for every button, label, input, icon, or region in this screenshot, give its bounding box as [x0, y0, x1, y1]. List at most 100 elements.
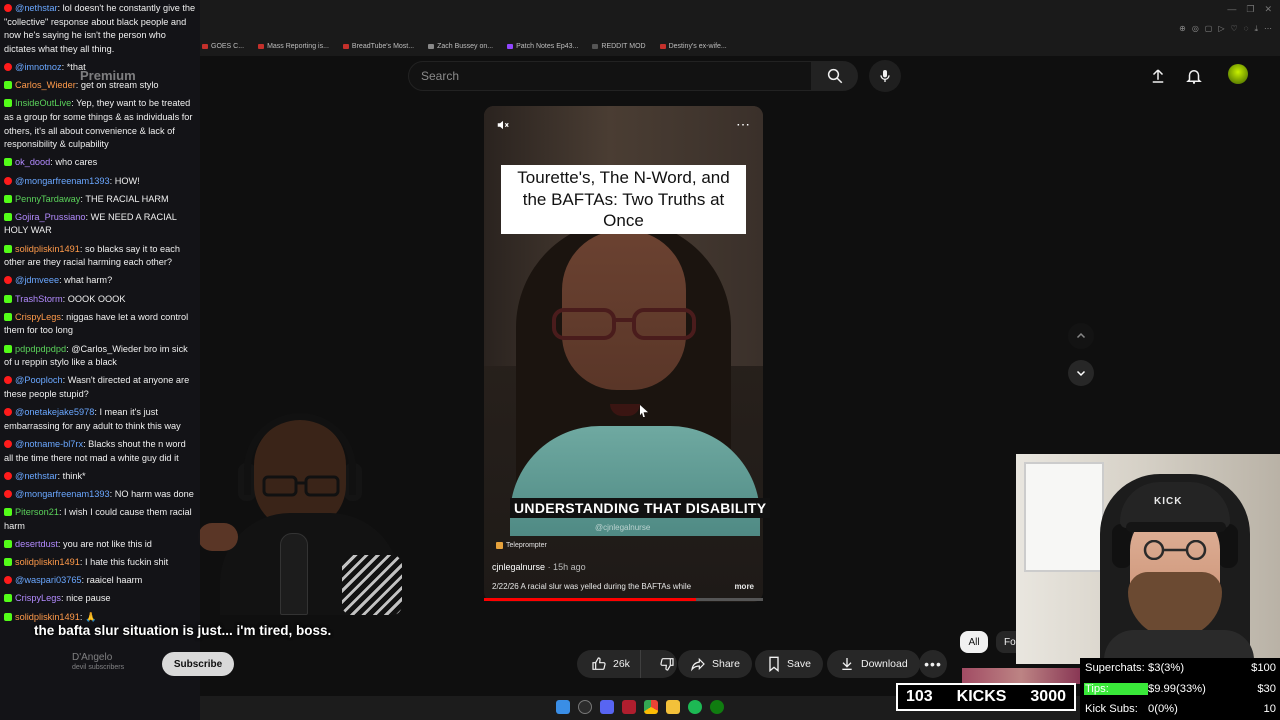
chat-username[interactable]: desertdust: [15, 539, 58, 549]
folder-icon[interactable]: [666, 700, 680, 714]
chat-text: THE RACIAL HARM: [85, 193, 169, 204]
chat-text: nice pause: [66, 593, 111, 604]
zoom-icon[interactable]: ⊕: [1179, 24, 1186, 34]
chrome-icon[interactable]: [644, 700, 658, 714]
chat-username[interactable]: @nethstar: [15, 3, 58, 13]
upload-icon: [1152, 69, 1164, 83]
channel-handle[interactable]: cjnlegalnurse: [492, 562, 545, 572]
more-link[interactable]: more: [734, 582, 754, 591]
close-icon[interactable]: ✕: [1264, 4, 1272, 15]
save-button[interactable]: Save: [755, 650, 823, 678]
chat-username[interactable]: @nethstar: [15, 471, 58, 481]
bookmark[interactable]: REDDIT MOD: [592, 43, 646, 50]
chat-username[interactable]: @mongarfreenam1393: [15, 489, 110, 499]
favorite-icon[interactable]: ♡: [1231, 24, 1238, 34]
chat-username[interactable]: Piterson21: [15, 507, 59, 517]
bookmark[interactable]: Patch Notes Ep43...: [507, 43, 578, 50]
chat-username[interactable]: @imnotnoz: [15, 62, 62, 72]
search-icon[interactable]: [578, 700, 592, 714]
chat-username[interactable]: @Pooploch: [15, 375, 63, 385]
extension-icon[interactable]: ▷: [1218, 24, 1224, 34]
kick-badge-icon: [4, 539, 12, 548]
youtube-badge-icon: [4, 276, 12, 285]
chat-text: what harm?: [64, 275, 113, 286]
extension-icon[interactable]: ◌: [1244, 24, 1249, 34]
chat-message: InsideOutLive: Yep, they want to be trea…: [4, 98, 193, 150]
chat-username[interactable]: CrispyLegs: [15, 312, 61, 322]
chat-username[interactable]: TrashStorm: [15, 294, 63, 304]
subscribe-button[interactable]: Subscribe: [162, 652, 234, 676]
bookmark[interactable]: GOES C...: [202, 43, 244, 50]
chat-username[interactable]: @notname-bl7rx: [15, 439, 83, 449]
video-handle-overlay: @cjnlegalnurse: [595, 523, 651, 532]
chat-username[interactable]: CrispyLegs: [15, 593, 61, 603]
chat-username[interactable]: ok_dood: [15, 157, 50, 167]
thumbs-down-icon: [660, 658, 674, 671]
bell-icon: [1186, 70, 1202, 84]
windows-start-icon[interactable]: [556, 700, 570, 714]
chat-message: desertdust: you are not like this id: [4, 538, 196, 552]
chat-username[interactable]: InsideOutLive: [15, 98, 71, 108]
chip-all[interactable]: All: [960, 631, 988, 653]
extension-icon[interactable]: ▢: [1205, 24, 1213, 34]
app-icon[interactable]: [622, 700, 636, 714]
create-button[interactable]: [1148, 66, 1168, 86]
chat-username[interactable]: @waspari03765: [15, 575, 82, 585]
more-horizontal-icon: •••: [924, 656, 942, 672]
download-icon: [842, 658, 852, 670]
chat-message: @jdmveee: what harm?: [4, 274, 196, 288]
chat-username[interactable]: @jdmveee: [15, 275, 59, 285]
chat-message: solidpliskin1491: so blacks say it to ea…: [4, 243, 180, 268]
chat-message: CrispyLegs: nice pause: [4, 592, 196, 606]
donation-stats: Superchats: $3(3%) $100 Tips: $9.99(33%)…: [1080, 658, 1280, 720]
chevron-down-icon: [1076, 370, 1086, 377]
bookmark[interactable]: BreadTube's Most...: [342, 43, 414, 50]
xbox-icon[interactable]: [710, 700, 724, 714]
next-short-button[interactable]: [1068, 360, 1094, 386]
avatar[interactable]: [1228, 64, 1248, 84]
spotify-icon[interactable]: [688, 700, 702, 714]
bookmark[interactable]: Mass Reporting is...: [258, 43, 329, 50]
kick-badge-icon: [4, 158, 12, 167]
extension-icon[interactable]: ◎: [1192, 24, 1199, 34]
search-icon: [827, 68, 843, 84]
download-button[interactable]: Download: [827, 650, 920, 678]
chat-text: HOW!: [114, 175, 140, 186]
chat-username[interactable]: @mongarfreenam1393: [15, 176, 110, 186]
chat-username[interactable]: PennyTardaway: [15, 194, 80, 204]
bookmark[interactable]: Destiny's ex-wife...: [659, 43, 727, 50]
chat-text: NO harm was done: [114, 488, 194, 499]
voice-search-button[interactable]: [869, 60, 901, 92]
video-description: 2/22/26 A racial slur was yelled during …: [492, 582, 754, 591]
menu-icon[interactable]: ⋯: [1264, 24, 1272, 34]
discord-icon[interactable]: [600, 700, 614, 714]
chat-username[interactable]: pdpdpdpdpd: [15, 344, 66, 354]
kick-badge-icon: [4, 344, 12, 353]
like-button[interactable]: 26k: [577, 650, 641, 678]
previous-short-button[interactable]: [1068, 323, 1094, 349]
notifications-button[interactable]: [1184, 66, 1204, 86]
mute-button[interactable]: [496, 118, 510, 137]
kick-badge-icon: [4, 294, 12, 303]
chat-username[interactable]: Carlos_Wieder: [15, 80, 76, 90]
chat-username[interactable]: solidpliskin1491: [15, 612, 80, 622]
youtube-premium-logo[interactable]: Premium: [80, 68, 136, 83]
stream-subtitle: the bafta slur situation is just... i'm …: [34, 623, 332, 638]
share-button[interactable]: Share: [678, 650, 753, 678]
video-more-icon[interactable]: ⋯: [736, 116, 750, 133]
chat-username[interactable]: Gojira_Prussiano: [15, 212, 85, 222]
chat-username[interactable]: solidpliskin1491: [15, 244, 80, 254]
chat-username[interactable]: @onetakejake5978: [15, 407, 94, 417]
minimize-icon[interactable]: —: [1227, 4, 1236, 15]
youtube-badge-icon: [4, 576, 12, 585]
more-actions-button[interactable]: •••: [919, 650, 947, 678]
search-button[interactable]: [812, 61, 858, 91]
mic-icon: [880, 70, 890, 82]
bookmark[interactable]: Zach Bussey on...: [428, 43, 493, 50]
video-progress-bar[interactable]: [484, 598, 763, 601]
channel-info[interactable]: D'Angelo devil subscribers: [72, 652, 124, 671]
chat-username[interactable]: solidpliskin1491: [15, 557, 80, 567]
search-input[interactable]: Search: [408, 61, 812, 91]
download-icon[interactable]: ⤓: [1254, 24, 1258, 34]
restore-icon[interactable]: ❐: [1246, 4, 1254, 15]
